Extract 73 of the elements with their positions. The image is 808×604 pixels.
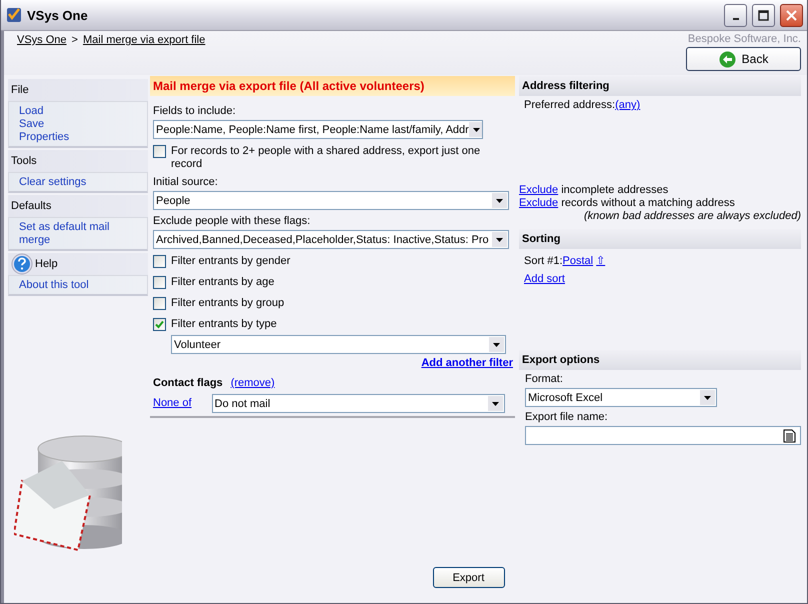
caret-icon bbox=[468, 122, 482, 137]
dropdown[interactable]: Volunteer bbox=[171, 335, 506, 354]
dropdown[interactable]: People:Name, People:Name first, People:Name last/family, Addr bbox=[153, 120, 483, 139]
caret-icon bbox=[488, 396, 503, 411]
maximize-icon bbox=[758, 10, 769, 20]
help-icon bbox=[11, 253, 33, 275]
field-label: Initial source: bbox=[153, 176, 219, 189]
breadcrumb-separator: > bbox=[72, 34, 78, 47]
back-button[interactable]: Back bbox=[686, 47, 801, 71]
checkbox[interactable] bbox=[153, 297, 166, 310]
section-header: Export options bbox=[519, 350, 801, 370]
section-header: Sorting bbox=[519, 229, 801, 249]
checkbox-label: For records to 2+ people with a shared address, export just one record bbox=[171, 145, 482, 171]
field-label: Exclude people with these flags: bbox=[153, 215, 312, 228]
sort-label: Sort #1: bbox=[524, 255, 563, 267]
add-sort-link[interactable]: Add sort bbox=[524, 273, 565, 285]
dropdown[interactable]: Microsoft Excel bbox=[525, 388, 717, 407]
section-title: Defaults bbox=[11, 200, 52, 212]
sidebar-link[interactable]: Set as default mail merge bbox=[19, 221, 137, 247]
sort-direction-link[interactable]: ⇧ bbox=[596, 255, 606, 267]
sidebar-link[interactable]: Save bbox=[19, 118, 137, 131]
caret-icon bbox=[700, 390, 715, 405]
checkbox[interactable] bbox=[153, 255, 166, 268]
caret-icon bbox=[492, 232, 507, 247]
sidebar-link[interactable]: About this tool bbox=[19, 279, 137, 292]
dropdown[interactable]: Do not mail bbox=[212, 394, 505, 413]
sidebar-link[interactable]: Properties bbox=[19, 131, 137, 144]
field-label: Preferred address: bbox=[524, 99, 616, 111]
field-label: Fields to include: bbox=[153, 105, 237, 118]
section-title: Tools bbox=[11, 155, 37, 167]
company-name: Bespoke Software, Inc. bbox=[688, 32, 801, 45]
section-title: Contact flags bbox=[153, 377, 223, 389]
maximize-button[interactable] bbox=[752, 4, 775, 26]
checkbox[interactable] bbox=[153, 145, 166, 158]
checkbox-label: Filter entrants by gender bbox=[171, 255, 290, 268]
checkbox-label: Filter entrants by age bbox=[171, 276, 274, 289]
sort-field-link[interactable]: Postal bbox=[562, 255, 594, 267]
caret-icon bbox=[489, 337, 504, 352]
caret-icon bbox=[492, 193, 507, 208]
address-link[interactable]: (any) bbox=[615, 99, 640, 111]
note-text: (known bad addresses are always excluded) bbox=[584, 210, 801, 223]
panel-title: Mail merge via export file (All active volunteers) bbox=[150, 76, 515, 96]
sidebar-link[interactable]: Load bbox=[19, 105, 137, 118]
close-icon bbox=[786, 10, 797, 20]
window-title: VSys One bbox=[27, 8, 89, 22]
exclude-link[interactable]: Exclude bbox=[519, 197, 558, 209]
checkbox[interactable] bbox=[153, 276, 166, 289]
minimize-icon bbox=[732, 18, 738, 20]
section-title: Help bbox=[35, 258, 58, 270]
dropdown[interactable]: Archived,Banned,Deceased,Placeholder,Status: Inactive,Status: Pro bbox=[153, 230, 509, 249]
condition-link[interactable]: None of bbox=[153, 396, 192, 408]
file-name-field[interactable] bbox=[525, 426, 801, 445]
dropdown[interactable]: People bbox=[153, 191, 509, 210]
sidebar-link[interactable]: Clear settings bbox=[19, 176, 137, 189]
breadcrumb-link[interactable]: Mail merge via export file bbox=[82, 34, 206, 47]
field-label: Export file name: bbox=[525, 411, 608, 423]
checkbox-label: Filter entrants by type bbox=[171, 318, 277, 331]
export-button[interactable]: Export bbox=[432, 567, 504, 588]
checkbox[interactable] bbox=[153, 318, 166, 331]
section-title: File bbox=[11, 84, 29, 96]
checkbox-label: Filter entrants by group bbox=[171, 297, 284, 310]
remove-link[interactable]: (remove) bbox=[230, 377, 275, 389]
breadcrumb-link[interactable]: VSys One bbox=[17, 34, 67, 47]
exclude-link[interactable]: Exclude bbox=[519, 184, 558, 196]
add-filter-link[interactable]: Add another filter bbox=[421, 357, 513, 369]
field-label: Format: bbox=[525, 373, 563, 385]
document-icon bbox=[783, 428, 796, 442]
close-button[interactable] bbox=[780, 4, 803, 26]
rule-text: records without a matching address bbox=[561, 197, 735, 209]
minimize-button[interactable] bbox=[724, 4, 747, 26]
app-logo-icon bbox=[6, 7, 22, 23]
rule-text: incomplete addresses bbox=[561, 184, 668, 196]
section-header: Address filtering bbox=[519, 76, 801, 96]
